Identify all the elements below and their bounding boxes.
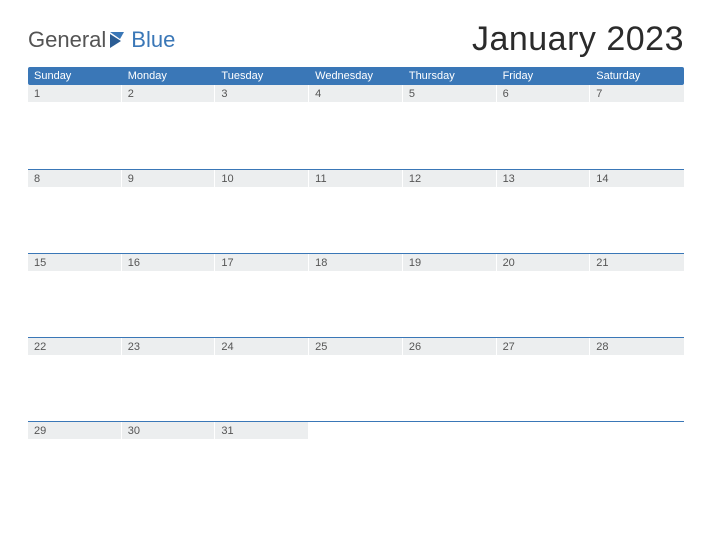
day-cell: 3: [215, 85, 309, 102]
day-cell: 11: [309, 170, 403, 187]
day-cell: 7: [590, 85, 684, 102]
day-cell: 27: [497, 338, 591, 355]
day-cell: [497, 422, 591, 439]
day-cell: 4: [309, 85, 403, 102]
week-row: 293031: [28, 421, 684, 505]
day-cell: 6: [497, 85, 591, 102]
week-row: 1234567: [28, 85, 684, 169]
day-header-row: Sunday Monday Tuesday Wednesday Thursday…: [28, 67, 684, 85]
day-cell: 14: [590, 170, 684, 187]
day-cell: 31: [215, 422, 309, 439]
logo-text-general: General: [28, 27, 106, 53]
day-cell: 26: [403, 338, 497, 355]
day-cell: 22: [28, 338, 122, 355]
weeks-container: 1234567891011121314151617181920212223242…: [28, 85, 684, 505]
day-cell: 16: [122, 254, 216, 271]
day-cell: 8: [28, 170, 122, 187]
day-cell: 12: [403, 170, 497, 187]
week-row: 22232425262728: [28, 337, 684, 421]
day-cell: [309, 422, 403, 439]
day-cell: 24: [215, 338, 309, 355]
day-header: Saturday: [590, 67, 684, 85]
day-header: Friday: [497, 67, 591, 85]
day-cell: 21: [590, 254, 684, 271]
day-cell: 1: [28, 85, 122, 102]
day-cell: 5: [403, 85, 497, 102]
day-cell: 23: [122, 338, 216, 355]
day-cell: 28: [590, 338, 684, 355]
day-cell: 9: [122, 170, 216, 187]
day-cell: 19: [403, 254, 497, 271]
day-cell: 2: [122, 85, 216, 102]
day-header: Thursday: [403, 67, 497, 85]
logo: General Blue: [28, 27, 175, 59]
day-cell: 17: [215, 254, 309, 271]
day-cell: [403, 422, 497, 439]
day-header: Monday: [122, 67, 216, 85]
day-header: Sunday: [28, 67, 122, 85]
header: General Blue January 2023: [28, 20, 684, 59]
day-cell: 13: [497, 170, 591, 187]
day-cell: 10: [215, 170, 309, 187]
logo-flag-icon: [110, 32, 128, 48]
day-header: Tuesday: [215, 67, 309, 85]
week-row: 891011121314: [28, 169, 684, 253]
day-header: Wednesday: [309, 67, 403, 85]
calendar: Sunday Monday Tuesday Wednesday Thursday…: [28, 67, 684, 505]
day-cell: 20: [497, 254, 591, 271]
logo-text-blue: Blue: [131, 27, 175, 53]
day-cell: 15: [28, 254, 122, 271]
day-cell: 18: [309, 254, 403, 271]
week-row: 15161718192021: [28, 253, 684, 337]
day-cell: [590, 422, 684, 439]
calendar-title: January 2023: [472, 20, 684, 59]
day-cell: 29: [28, 422, 122, 439]
day-cell: 30: [122, 422, 216, 439]
day-cell: 25: [309, 338, 403, 355]
